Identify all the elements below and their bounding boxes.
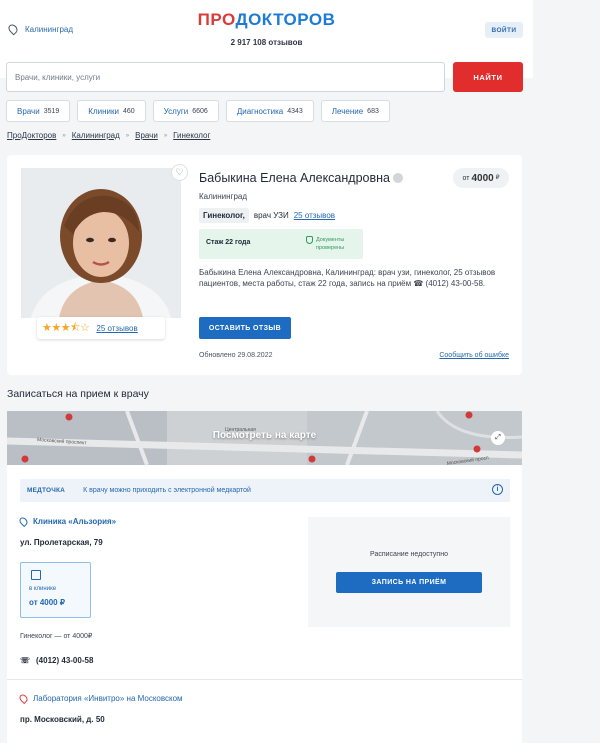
login-button[interactable]: ВОЙТИ	[485, 22, 523, 38]
doctor-specialties: Гинеколог, врач УЗИ 25 отзывов	[199, 208, 335, 223]
divider	[7, 679, 522, 680]
breadcrumb-home[interactable]: ПроДокторов	[7, 131, 56, 140]
breadcrumb-separator: »	[125, 132, 130, 139]
appointment-section-title: Записаться на прием к врачу	[7, 388, 149, 400]
in-clinic-tile[interactable]: в клинике от 4000 ₽	[20, 562, 91, 618]
lab-name[interactable]: Лаборатория «Инвитро» на Московском	[17, 692, 183, 705]
clinic-phone[interactable]: ☏ (4012) 43-00-58	[20, 656, 93, 665]
experience-box: Стаж 22 года Документы проверены	[199, 229, 363, 259]
category-label: Клиники	[88, 106, 119, 116]
clinic-building-icon	[31, 570, 41, 580]
category-count: 683	[367, 107, 379, 115]
category-label: Диагностика	[236, 106, 284, 116]
category-count: 3519	[43, 107, 60, 115]
search-button[interactable]: НАЙТИ	[453, 62, 523, 92]
medtochka-logo: МЕДТОЧКА	[27, 487, 65, 494]
location-pin-icon	[17, 692, 30, 705]
clinic-name-text: Клиника «Альзория»	[33, 517, 117, 526]
documents-verified: Документы проверены	[306, 236, 344, 252]
breadcrumb-separator: »	[62, 132, 66, 139]
leave-review-button[interactable]: ОСТАВИТЬ ОТЗЫВ	[199, 317, 291, 339]
breadcrumb-specialty[interactable]: Гинеколог	[173, 131, 210, 140]
med-logo-part-a: МЕД	[27, 487, 42, 494]
doctor-description: Бабыкина Елена Александровна, Калинингра…	[199, 268, 496, 288]
category-clinics[interactable]: Клиники 460	[77, 100, 146, 122]
logo-rest: ДОКТОРОВ	[235, 10, 336, 29]
specialty-main[interactable]: Гинеколог,	[199, 208, 249, 223]
price-currency: ₽	[495, 175, 500, 181]
rating-stars-icon: ★★★⯪☆	[42, 321, 90, 334]
clinics-list: МЕДТОЧКА К врачу можно приходить с элект…	[7, 465, 522, 743]
shield-check-icon	[306, 236, 313, 244]
doctor-name-text: Бабыкина Елена Александровна	[199, 171, 390, 185]
clinic-address: ул. Пролетарская, 79	[20, 538, 103, 547]
medtochka-text: К врачу можно приходить с электронной ме…	[83, 487, 251, 494]
breadcrumb: ПроДокторов » Калининград » Врачи » Гине…	[7, 131, 210, 140]
category-label: Услуги	[163, 106, 189, 116]
doctor-photo[interactable]	[21, 168, 181, 318]
expand-map-icon[interactable]: ⤢	[491, 431, 505, 445]
category-diagnostics[interactable]: Диагностика 4343	[225, 100, 314, 122]
category-count: 4343	[287, 107, 303, 115]
lab-name-text: Лаборатория «Инвитро» на Московском	[33, 694, 183, 703]
rating-badge: ★★★⯪☆ 25 отзывов	[37, 317, 165, 339]
in-clinic-price: от 4000 ₽	[29, 598, 65, 607]
phone-icon: ☏	[20, 656, 31, 665]
doctor-card: ♡ ★★★⯪☆ 25 отзывов Бабыкина Елена Алекса…	[7, 155, 522, 375]
category-doctors[interactable]: Врачи 3519	[6, 100, 71, 122]
category-count: 6606	[192, 107, 208, 115]
doctor-name: Бабыкина Елена Александровна	[199, 171, 403, 185]
location-pin-icon	[17, 515, 30, 528]
med-logo-part-b: ТОЧКА	[41, 487, 66, 494]
clinic-name[interactable]: Клиника «Альзория»	[17, 515, 117, 528]
category-label: Врачи	[17, 106, 40, 116]
logo-pro: ПРО	[197, 10, 236, 29]
category-tabs: Врачи 3519 Клиники 460 Услуги 6606 Диагност…	[6, 100, 390, 122]
category-count: 460	[122, 107, 135, 115]
docs-line-2: проверены	[316, 245, 345, 251]
breadcrumb-doctors[interactable]: Врачи	[135, 131, 158, 140]
lab-address: пр. Московский, д. 50	[20, 715, 105, 724]
book-appointment-button[interactable]: ЗАПИСЬ НА ПРИЁМ	[336, 572, 482, 593]
category-services[interactable]: Услуги 6606	[152, 100, 219, 122]
reviews-count-link[interactable]: 25 отзывов	[294, 211, 335, 220]
info-icon[interactable]: i	[492, 484, 503, 495]
phone-number: (4012) 43-00-58	[36, 656, 94, 665]
favorite-heart-icon[interactable]: ♡	[171, 164, 188, 181]
schedule-unavailable: Расписание недоступно	[370, 551, 448, 558]
medtochka-banner: МЕДТОЧКА К врачу можно приходить с элект…	[20, 479, 510, 502]
search-input[interactable]: Врачи, клиники, услуги	[6, 62, 445, 92]
schedule-panel: Расписание недоступно ЗАПИСЬ НА ПРИЁМ	[308, 517, 510, 627]
breadcrumb-city[interactable]: Калининград	[72, 131, 120, 140]
updated-date: Обновлено 29.08.2022	[199, 352, 273, 359]
map-preview[interactable]: Московский проспект Московский просп Цен…	[7, 411, 522, 465]
specialty-other[interactable]: врач УЗИ	[254, 211, 289, 220]
reviews-count: 2 917 108 отзывов	[230, 38, 303, 47]
reviews-link[interactable]: 25 отзывов	[96, 324, 137, 333]
doctor-city: Калининград	[199, 192, 248, 201]
in-clinic-label: в клинике	[29, 586, 57, 592]
medal-icon	[392, 173, 403, 183]
report-error-link[interactable]: Сообщить об ошибке	[439, 352, 509, 359]
price-prefix: от	[462, 174, 470, 182]
experience-label: Стаж 22 года	[206, 239, 251, 246]
page: Калининград ПРОДОКТОРОВ 2 917 108 отзыво…	[0, 0, 600, 743]
show-on-map-button[interactable]: Посмотреть на карте	[7, 430, 522, 441]
category-treatment[interactable]: Лечение 683	[320, 100, 390, 122]
logo[interactable]: ПРОДОКТОРОВ	[0, 10, 533, 30]
breadcrumb-separator: »	[163, 132, 168, 139]
docs-line-1: Документы	[316, 237, 345, 243]
price-badge: от 4000 ₽	[453, 168, 509, 188]
clinic-price-line: Гинеколог — от 4000₽	[20, 633, 93, 640]
category-label: Лечение	[331, 106, 364, 116]
price-value: 4000	[471, 172, 494, 184]
